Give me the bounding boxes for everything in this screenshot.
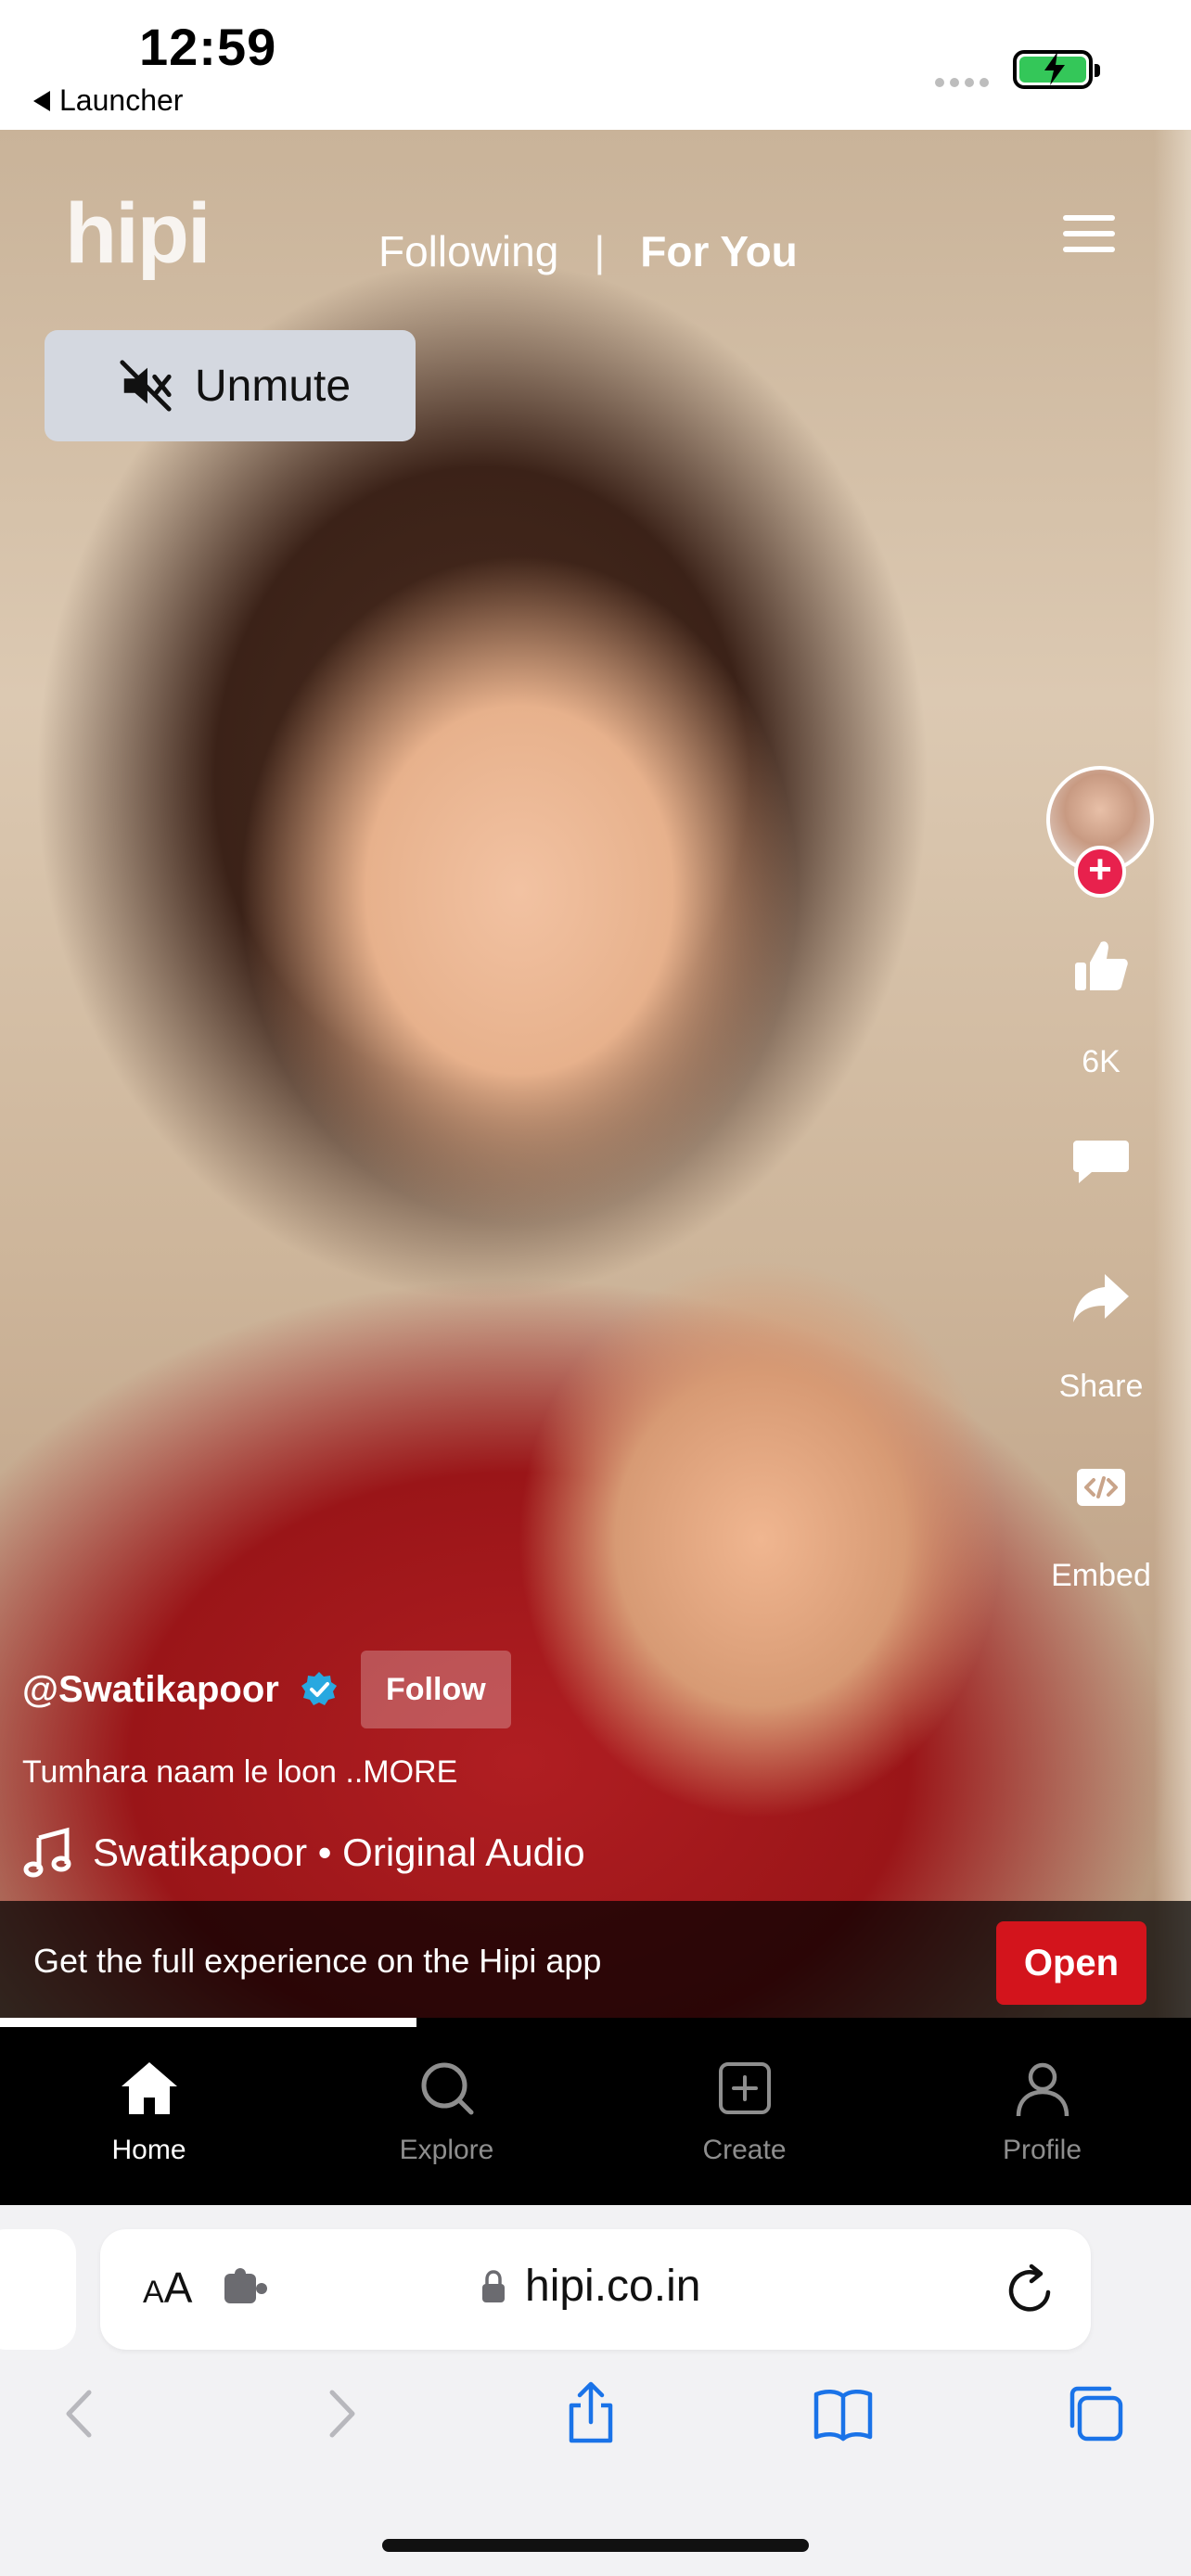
post-caption[interactable]: Tumhara naam le loon ..MORE [22, 1754, 457, 1791]
app-promo-message: Get the full experience on the Hipi app [33, 1942, 602, 1980]
nav-profile[interactable]: Profile [893, 2027, 1191, 2205]
audio-label: Swatikapoor • Original Audio [93, 1830, 585, 1874]
username[interactable]: @Swatikapoor [22, 1669, 279, 1711]
nav-create-label: Create [702, 2135, 787, 2165]
url-display[interactable]: hipi.co.in [480, 2261, 700, 2312]
address-bar[interactable]: AA hipi.co.in [100, 2229, 1091, 2350]
signal-icon [935, 78, 989, 87]
nav-home-label: Home [111, 2135, 186, 2165]
back-to-launcher-link[interactable]: Launcher [33, 83, 183, 118]
back-arrow-icon[interactable] [48, 2381, 113, 2446]
nav-create[interactable]: Create [596, 2027, 893, 2205]
status-time: 12:59 [139, 18, 277, 76]
plus-square-icon [718, 2062, 771, 2114]
tab-for-you[interactable]: For You [640, 226, 798, 276]
previous-tab-peek[interactable] [0, 2229, 76, 2350]
bookmarks-icon[interactable] [811, 2381, 876, 2446]
tab-separator: | [594, 227, 606, 275]
app-promo-banner: Get the full experience on the Hipi app … [0, 1901, 1191, 2020]
browser-toolbar [0, 2372, 1191, 2465]
text-size-button[interactable]: AA [143, 2263, 192, 2313]
like-icon[interactable] [1071, 937, 1131, 996]
status-bar: 12:59 Launcher [0, 0, 1191, 130]
unmute-label: Unmute [195, 361, 352, 411]
embed-icon[interactable] [1071, 1458, 1131, 1517]
feed-tabs: Following | For You [378, 226, 798, 276]
unmute-button[interactable]: Unmute [45, 330, 416, 441]
url-text: hipi.co.in [525, 2262, 701, 2311]
search-icon [421, 2062, 473, 2115]
video-player[interactable]: hipi Following | For You Unmute + 6K Sha… [0, 130, 1191, 2021]
back-label: Launcher [59, 83, 184, 117]
share-icon[interactable] [1071, 1269, 1131, 1328]
post-author-row: @Swatikapoor Follow [22, 1651, 511, 1728]
menu-icon[interactable] [1063, 215, 1115, 252]
comment-icon[interactable] [1071, 1131, 1131, 1191]
nav-home[interactable]: Home [0, 2027, 298, 2205]
follow-button[interactable]: Follow [360, 1651, 511, 1728]
verified-badge-icon [301, 1672, 337, 1705]
battery-icon [1013, 50, 1100, 89]
share-icon[interactable] [558, 2381, 623, 2446]
video-progress-fill [0, 2018, 417, 2027]
home-indicator [382, 2539, 809, 2552]
reload-icon[interactable] [1004, 2263, 1057, 2316]
profile-icon [1016, 2062, 1069, 2117]
hipi-logo[interactable]: hipi [65, 185, 211, 283]
nav-explore[interactable]: Explore [298, 2027, 596, 2205]
video-progress-bar[interactable] [0, 2018, 1191, 2027]
bottom-nav: Home Explore Create Profile [0, 2027, 1191, 2205]
audio-row[interactable]: Swatikapoor • Original Audio [22, 1827, 585, 1879]
open-app-button[interactable]: Open [996, 1921, 1146, 2005]
tabs-icon[interactable] [1063, 2381, 1128, 2446]
speaker-muted-icon [120, 360, 172, 412]
share-label: Share [1058, 1369, 1144, 1404]
forward-arrow-icon[interactable] [308, 2381, 373, 2446]
back-arrow-icon [33, 90, 50, 111]
nav-profile-label: Profile [1002, 2135, 1082, 2165]
lock-icon [482, 2269, 505, 2302]
extension-icon[interactable] [221, 2264, 269, 2313]
nav-explore-label: Explore [399, 2135, 494, 2165]
embed-label: Embed [1051, 1558, 1151, 1593]
browser-chrome: AA hipi.co.in [0, 2205, 1191, 2576]
follow-plus-icon[interactable]: + [1074, 846, 1126, 898]
like-count: 6K [1082, 1044, 1121, 1079]
music-note-icon [23, 1827, 71, 1878]
home-icon [121, 2062, 177, 2114]
tab-following[interactable]: Following [378, 226, 558, 276]
